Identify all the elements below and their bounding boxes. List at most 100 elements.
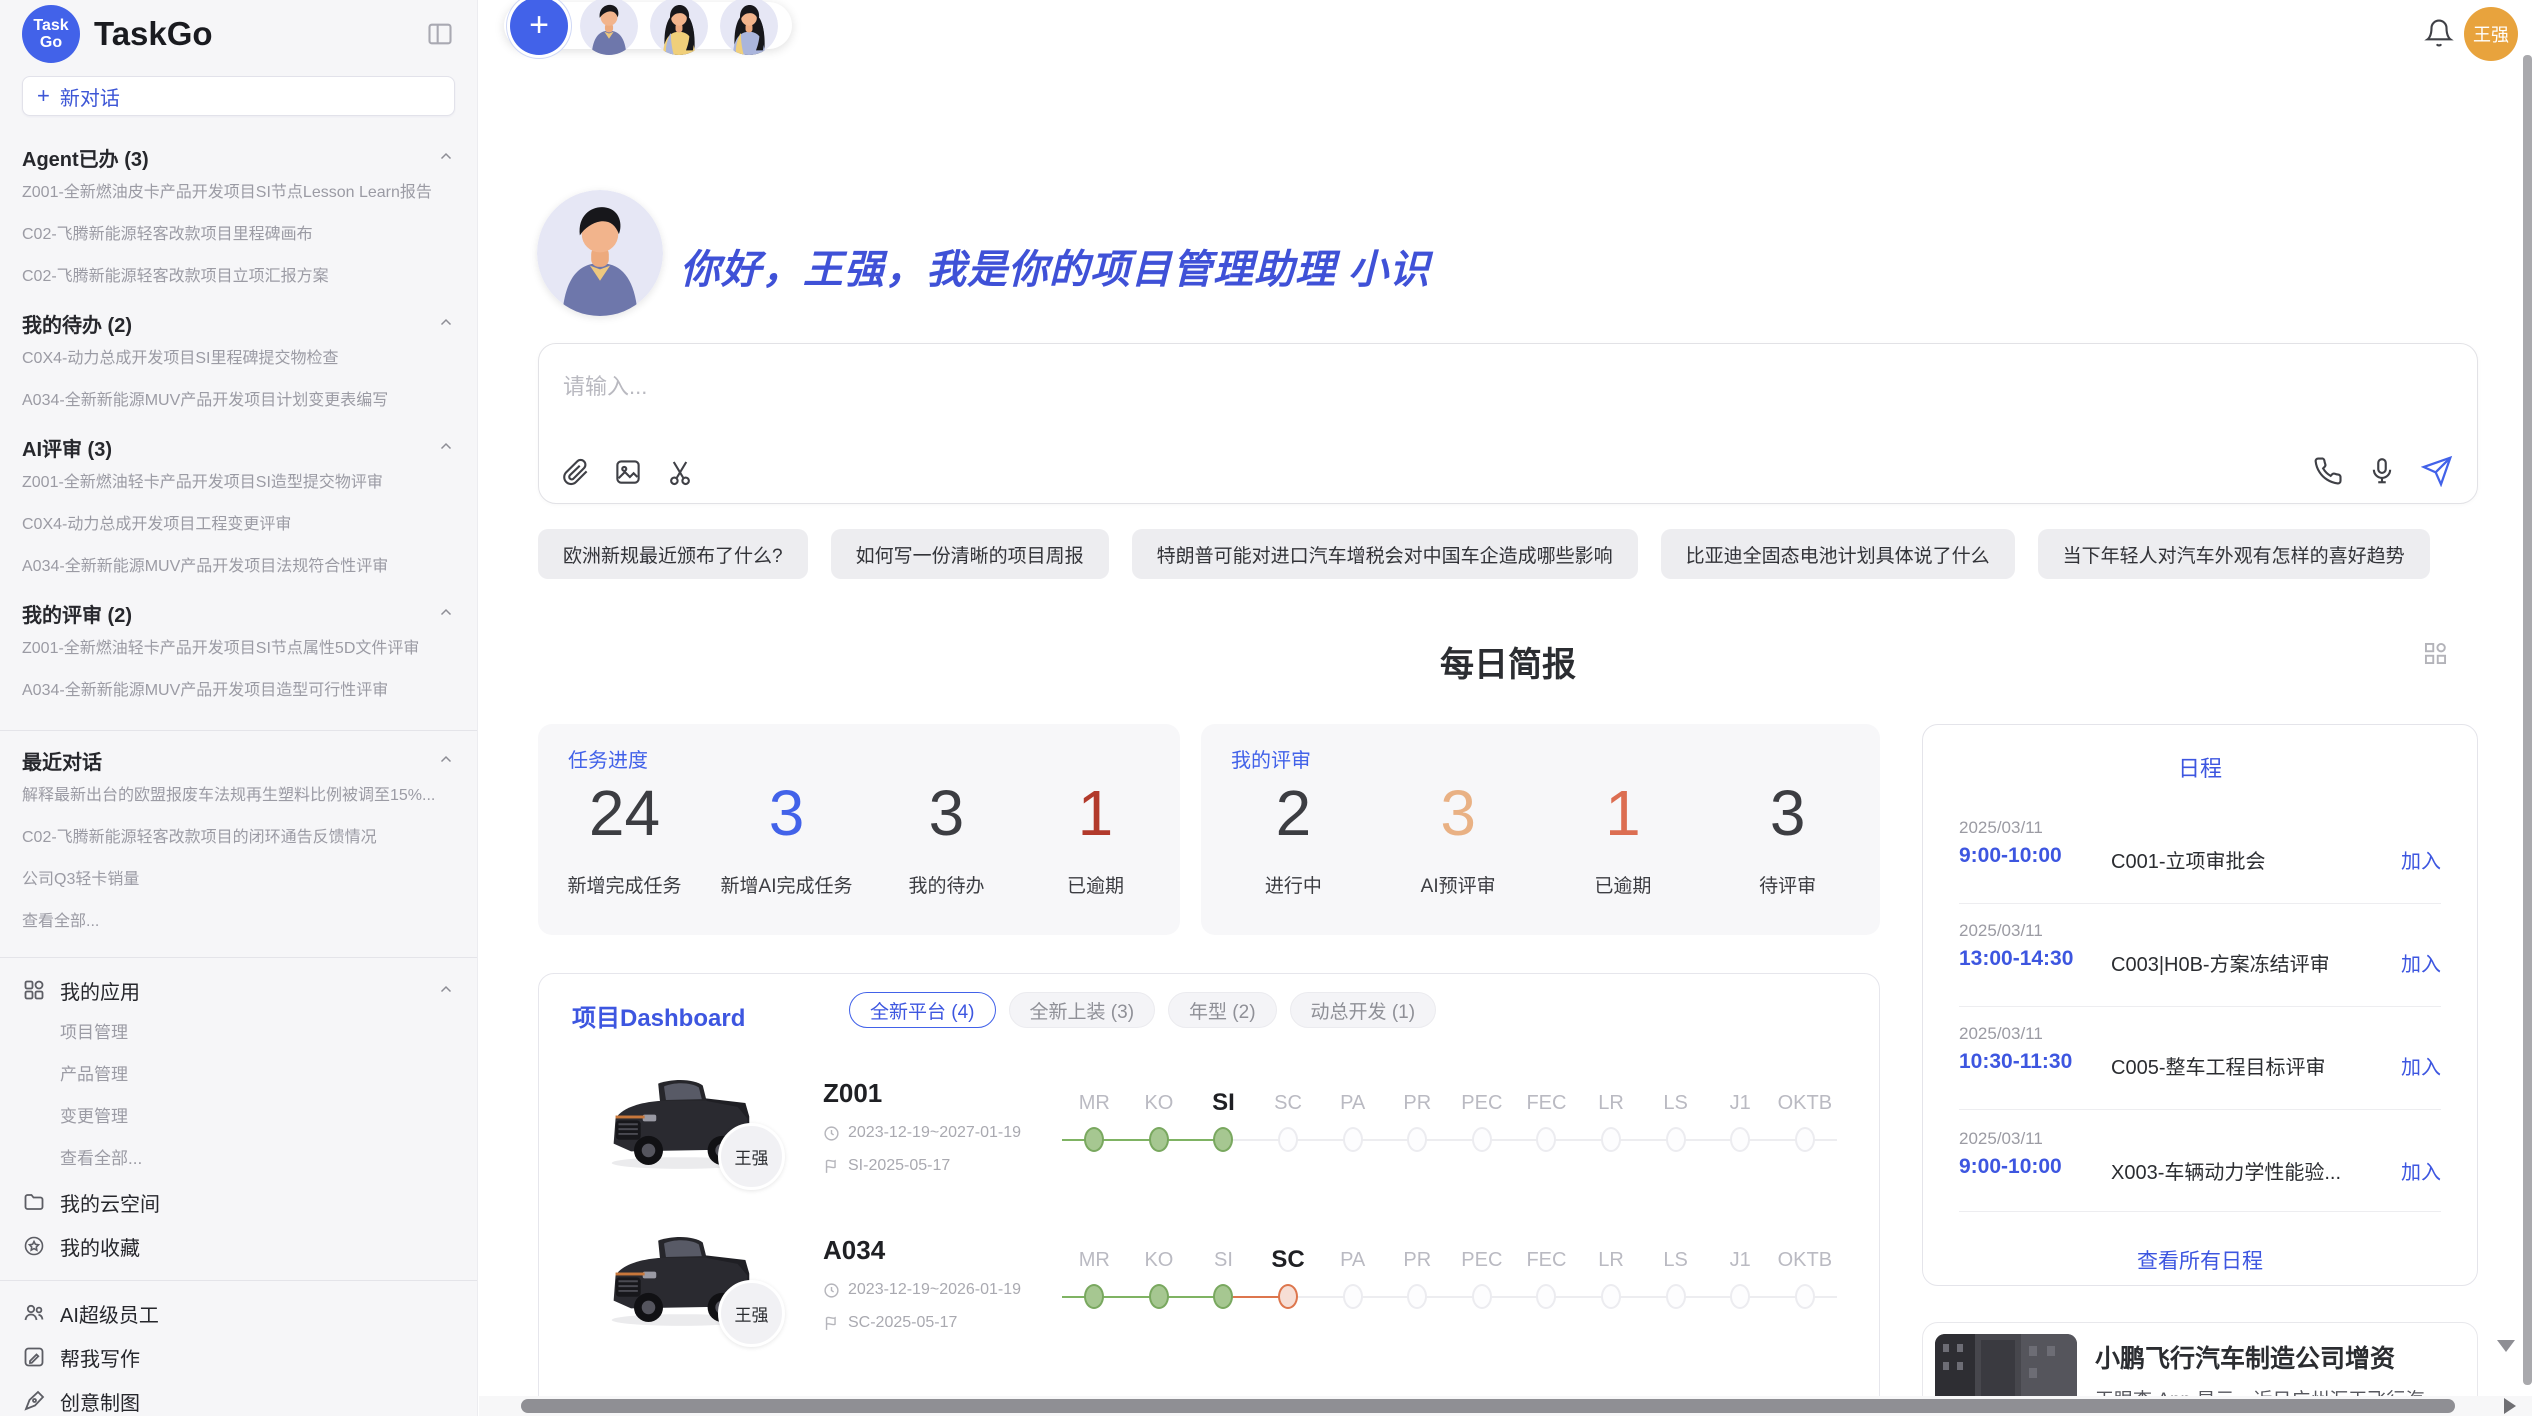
divider — [1959, 1211, 2441, 1212]
section-header-ai-review[interactable]: AI评审 (3) — [0, 432, 477, 462]
list-item[interactable]: C02-飞腾新能源轻客改款项目的闭环通告反馈情况 — [0, 817, 477, 859]
schedule-date: 2025/03/11 — [1959, 1024, 2441, 1044]
milestone-pa: PA — [1320, 1243, 1385, 1317]
stat-in-progress: 2进行中 — [1238, 780, 1348, 898]
app-screen: Task Go TaskGo + 新对话 Agent已办 (3) Z001-全新… — [0, 0, 2532, 1416]
new-session-button[interactable]: + — [510, 0, 568, 55]
milestone-j1: J1 — [1708, 1243, 1773, 1317]
avatar[interactable] — [720, 0, 778, 55]
list-item[interactable]: A034-全新新能源MUV产品开发项目法规符合性评审 — [0, 546, 477, 588]
stat-label: 已逾期 — [1568, 871, 1678, 898]
join-link[interactable]: 加入 — [2401, 1051, 2441, 1080]
sidebar-item-help-write[interactable]: 帮我写作 — [0, 1335, 477, 1379]
stat-label: 新增完成任务 — [568, 871, 682, 898]
suggestion-chip[interactable]: 特朗普可能对进口汽车增税会对中国车企造成哪些影响 — [1132, 529, 1638, 579]
image-icon[interactable] — [613, 457, 643, 487]
sidebar-item-change-mgmt[interactable]: 变更管理 — [0, 1096, 477, 1138]
project-row[interactable]: 王强 Z001 2023-12-19~2027-01-19 SI-2025-05… — [539, 1060, 1879, 1217]
tab-year-model[interactable]: 年型 (2) — [1168, 992, 1277, 1028]
attachment-icon[interactable] — [561, 457, 591, 487]
scroll-down-indicator[interactable] — [2497, 1340, 2515, 1352]
list-item[interactable]: A034-全新新能源MUV产品开发项目计划变更表编写 — [0, 380, 477, 422]
send-icon[interactable] — [2421, 455, 2453, 487]
list-item[interactable]: Z001-全新燃油轻卡产品开发项目SI造型提交物评审 — [0, 462, 477, 504]
scissors-icon[interactable] — [665, 457, 695, 487]
tab-powertrain[interactable]: 动总开发 (1) — [1290, 992, 1437, 1028]
sidebar-collapse-icon[interactable] — [425, 20, 455, 48]
tab-new-body[interactable]: 全新上装 (3) — [1009, 992, 1156, 1028]
view-all-apps[interactable]: 查看全部... — [0, 1138, 477, 1180]
news-title: 小鹏飞行汽车制造公司增资 — [2095, 1339, 2395, 1375]
project-code: A034 — [823, 1235, 885, 1266]
section-my-review: 我的评审 (2) Z001-全新燃油轻卡产品开发项目SI节点属性5D文件评审 A… — [0, 598, 477, 712]
suggestion-chip[interactable]: 比亚迪全固态电池计划具体说了什么 — [1661, 529, 2015, 579]
my-review-card: 我的评审 2进行中 3AI预评审 1已逾期 3待评审 — [1201, 724, 1880, 935]
join-link[interactable]: 加入 — [2401, 948, 2441, 977]
sidebar-item-creative-draw[interactable]: 创意制图 — [0, 1379, 477, 1416]
project-dates: 2023-12-19~2026-01-19 — [823, 1281, 1021, 1299]
avatar[interactable] — [650, 0, 708, 55]
list-item[interactable]: 公司Q3轻卡销量 — [0, 859, 477, 901]
milestone-j1: J1 — [1708, 1086, 1773, 1160]
sidebar-item-favorites[interactable]: 我的收藏 — [0, 1224, 477, 1268]
stat-new-ai-done: 3新增AI完成任务 — [721, 780, 853, 898]
sidebar-item-project-mgmt[interactable]: 项目管理 — [0, 1012, 477, 1054]
view-all-schedule-link[interactable]: 查看所有日程 — [1923, 1245, 2477, 1275]
list-item[interactable]: C0X4-动力总成开发项目SI里程碑提交物检查 — [0, 338, 477, 380]
chat-input[interactable] — [563, 374, 2453, 400]
owner-badge: 王强 — [718, 1123, 785, 1190]
new-chat-button[interactable]: + 新对话 — [22, 76, 455, 116]
list-item[interactable]: A034-全新新能源MUV产品开发项目造型可行性评审 — [0, 670, 477, 712]
schedule-title: 日程 — [1923, 751, 2477, 783]
schedule-time: 9:00-10:00 — [1959, 1155, 2062, 1179]
horizontal-scrollbar-thumb[interactable] — [521, 1399, 2455, 1413]
owner-badge: 王强 — [718, 1280, 785, 1347]
project-dashboard-card: 项目Dashboard 全新平台 (4) 全新上装 (3) 年型 (2) 动总开… — [538, 973, 1880, 1416]
list-item[interactable]: C0X4-动力总成开发项目工程变更评审 — [0, 504, 477, 546]
section-header-my-todo[interactable]: 我的待办 (2) — [0, 308, 477, 338]
milestone-si: SI — [1191, 1243, 1256, 1317]
notification-bell-icon[interactable] — [2424, 18, 2454, 48]
join-link[interactable]: 加入 — [2401, 845, 2441, 874]
stat-new-done: 24新增完成任务 — [568, 780, 682, 898]
phone-icon[interactable] — [2313, 456, 2343, 486]
list-item[interactable]: C02-飞腾新能源轻客改款项目立项汇报方案 — [0, 256, 477, 298]
sidebar-item-label: AI超级员工 — [60, 1299, 159, 1328]
list-item[interactable]: 解释最新出台的欧盟报废车法规再生塑料比例被调至15%... — [0, 775, 477, 817]
main-area: + 王强 你好，王强，我是你的项目管理助理 小识 — [479, 0, 2532, 1416]
view-all-recent[interactable]: 查看全部... — [0, 901, 477, 943]
people-icon — [22, 1301, 46, 1325]
list-item[interactable]: C02-飞腾新能源轻客改款项目里程碑画布 — [0, 214, 477, 256]
app-logo: Task Go — [22, 5, 80, 63]
tab-all-new-platform[interactable]: 全新平台 (4) — [849, 992, 996, 1028]
suggestion-chip[interactable]: 当下年轻人对汽车外观有怎样的喜好趋势 — [2038, 529, 2430, 579]
microphone-icon[interactable] — [2367, 456, 2397, 486]
section-recent: 最近对话 解释最新出台的欧盟报废车法规再生塑料比例被调至15%... C02-飞… — [0, 745, 477, 943]
sidebar-item-product-mgmt[interactable]: 产品管理 — [0, 1054, 477, 1096]
join-link[interactable]: 加入 — [2401, 1156, 2441, 1185]
sidebar-item-my-apps[interactable]: 我的应用 — [0, 968, 477, 1012]
chevron-up-icon — [437, 751, 455, 769]
section-header-recent[interactable]: 最近对话 — [0, 745, 477, 775]
milestone-track: MRKOSISCPAPRPECFECLRLSJ1OKTB — [1062, 1086, 1837, 1160]
greeting-text: 你好，王强，我是你的项目管理助理 小识 — [680, 237, 1430, 295]
user-avatar[interactable]: 王强 — [2464, 7, 2518, 61]
layout-grid-icon[interactable] — [2422, 640, 2449, 667]
plus-icon: + — [37, 85, 50, 107]
sidebar-item-ai-super-staff[interactable]: AI超级员工 — [0, 1291, 477, 1335]
list-item[interactable]: Z001-全新燃油皮卡产品开发项目SI节点Lesson Learn报告 — [0, 172, 477, 214]
new-chat-label: 新对话 — [60, 82, 120, 111]
list-item[interactable]: Z001-全新燃油轻卡产品开发项目SI节点属性5D文件评审 — [0, 628, 477, 670]
section-header-my-review[interactable]: 我的评审 (2) — [0, 598, 477, 628]
vertical-scrollbar-thumb[interactable] — [2523, 55, 2532, 1385]
stat-value: 1 — [1040, 780, 1150, 847]
scroll-right-arrow[interactable] — [2504, 1398, 2516, 1414]
project-row[interactable]: 王强 A034 2023-12-19~2026-01-19 SC-2025-05… — [539, 1217, 1879, 1374]
section-title: 我的待办 (2) — [22, 309, 132, 338]
suggestion-chip[interactable]: 如何写一份清晰的项目周报 — [831, 529, 1109, 579]
section-header-agent-done[interactable]: Agent已办 (3) — [0, 142, 477, 172]
sidebar-item-cloud-space[interactable]: 我的云空间 — [0, 1180, 477, 1224]
avatar[interactable] — [580, 0, 638, 55]
suggestion-chip[interactable]: 欧洲新规最近颁布了什么? — [538, 529, 808, 579]
stat-overdue: 1已逾期 — [1568, 780, 1678, 898]
